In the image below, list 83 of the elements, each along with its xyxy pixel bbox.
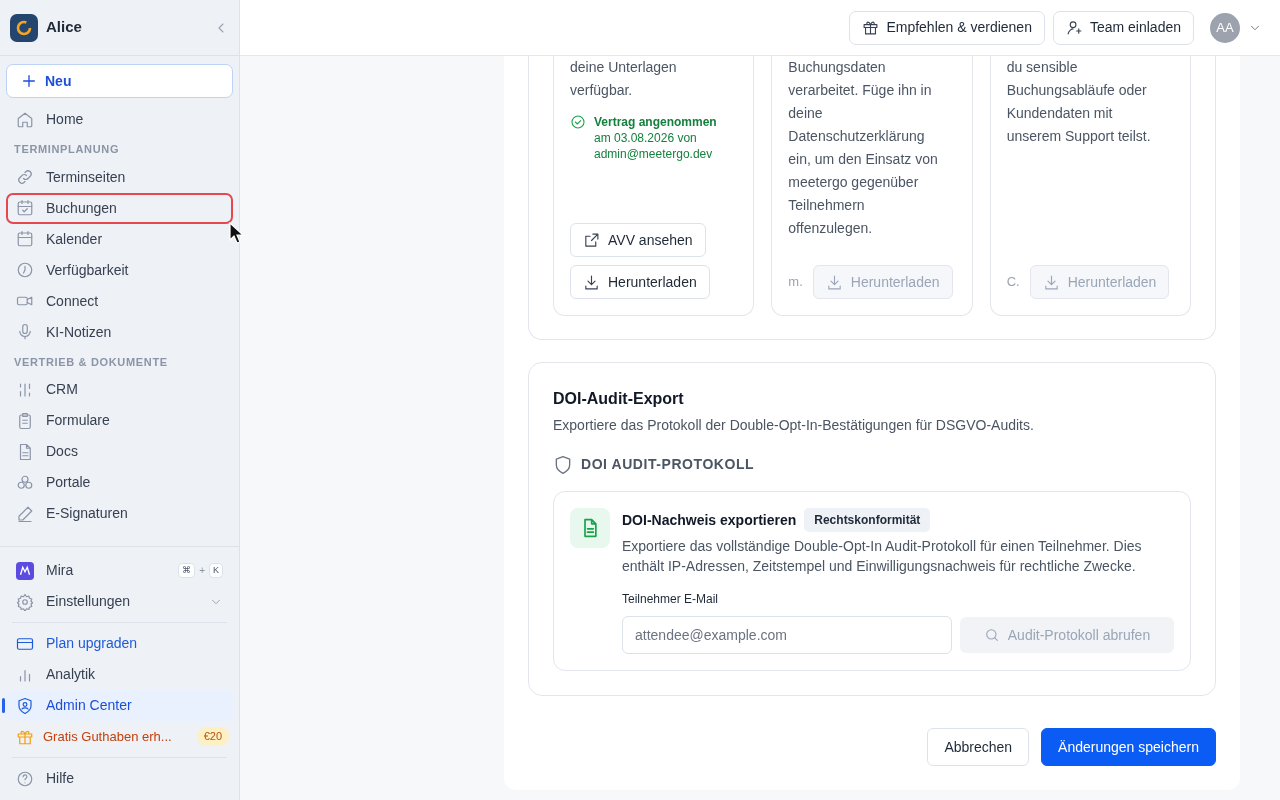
shortcut-key: K: [209, 562, 223, 579]
footnote-text: m.: [788, 273, 803, 292]
search-icon: [983, 627, 1000, 643]
description-line: verfügbar.: [570, 81, 634, 100]
description-line: Datenschutzerklärung: [788, 127, 926, 146]
status-detail: am 03.08.2026 von admin@meetergo.dev: [594, 130, 714, 162]
save-button[interactable]: Änderungen speichern: [1041, 728, 1216, 766]
nav-item[interactable]: Terminseiten: [6, 161, 233, 193]
field-label: Teilnehmer E-Mail: [622, 591, 720, 608]
description-line: du sensible: [1006, 58, 1079, 77]
nav-item[interactable]: Home: [6, 104, 233, 135]
description-line: meetergo gegenüber: [788, 173, 920, 192]
external-link-icon: [583, 231, 600, 249]
link-icon: [16, 168, 34, 186]
header-button[interactable]: Empfehlen & verdienen: [849, 10, 1045, 45]
check-circle-icon: [570, 114, 586, 130]
description-line: verarbeitet. Füge ihn in: [788, 81, 933, 100]
help-icon: [16, 769, 34, 788]
description-line: deine: [788, 104, 824, 123]
download-icon: [583, 273, 600, 291]
description-line: offenzulegen.: [788, 219, 874, 238]
clock-icon: [16, 261, 34, 279]
nav-item[interactable]: Analytik: [6, 659, 233, 690]
add-user-icon: [1065, 19, 1083, 36]
gift-icon: [862, 19, 880, 36]
description-line: deine Unterlagen: [570, 58, 678, 77]
pen-icon: [16, 504, 34, 523]
assistant-logo-icon: [16, 561, 34, 580]
description-line: unserem Support teilst.: [1006, 127, 1152, 146]
subsection-heading: DOI AUDIT-PROTOKOLL: [581, 455, 755, 474]
section-description: Exportiere das Protokoll der Double-Opt-In-Bestätigungen für DSGVO-Audits.: [553, 416, 1035, 435]
description-line: Kundendaten mit: [1006, 104, 1114, 123]
nav-item[interactable]: KI-Notizen: [6, 316, 233, 348]
shortcut-key: ⌘: [178, 562, 196, 579]
nav-item[interactable]: Plan upgraden: [6, 628, 233, 659]
download-icon: [825, 273, 843, 291]
description-line: Teilnehmern: [788, 196, 866, 215]
new-button[interactable]: Neu: [6, 64, 233, 98]
nav-item[interactable]: Formulare: [6, 405, 233, 436]
mouse-cursor-icon: [229, 222, 245, 244]
nav-item[interactable]: Mira ⌘ + K: [6, 555, 233, 586]
nav-item[interactable]: Einstellungen: [6, 586, 233, 617]
download-button[interactable]: Herunterladen: [570, 265, 710, 299]
nav-item[interactable]: E-Signaturen: [6, 498, 233, 529]
card-title: DOI-Nachweis exportieren: [622, 510, 797, 530]
nav-item[interactable]: Docs: [6, 436, 233, 467]
header-button[interactable]: Team einladen: [1052, 10, 1194, 45]
microphone-icon: [16, 323, 34, 341]
description-line: ein, um den Einsatz von: [788, 150, 939, 169]
tag-label: Rechtskonformität: [804, 508, 931, 532]
calendar-icon: [16, 230, 34, 248]
section-title: DOI-Audit-Export: [553, 389, 685, 409]
card-description: Exportiere das vollständige Double-Opt-In Audit-Protokoll für einen Teilnehmer. Dies enthält IP-Adressen, Zeitstempel und Einwilligungsnachweis für rechtliche Zwecke.: [622, 537, 1143, 576]
nav-item[interactable]: Connect: [6, 285, 233, 317]
description-line: Buchungsabläufe oder: [1006, 81, 1148, 100]
nav-item[interactable]: Kalender: [6, 223, 233, 255]
nav-item[interactable]: Hilfe: [6, 763, 233, 794]
nav-item[interactable]: Gratis Guthaben erh... €20: [6, 721, 233, 752]
nav-item[interactable]: CRM: [6, 374, 233, 405]
logo-icon: [10, 13, 38, 42]
clipboard-icon: [16, 411, 34, 430]
section-label: TERMINPLANUNG: [13, 142, 121, 157]
shortcut-separator: +: [199, 564, 205, 578]
nav-item[interactable]: Verfügbarkeit: [6, 254, 233, 286]
workspace-name: Alice: [46, 17, 82, 38]
email-field[interactable]: attendee@example.com: [622, 616, 952, 654]
description-line: Buchungsdaten: [788, 58, 887, 77]
section-label: VERTRIEB & DOKUMENTE: [13, 354, 169, 370]
settings-icon: [16, 592, 34, 611]
credit-badge: €20: [196, 727, 229, 746]
home-icon: [16, 110, 34, 129]
cancel-button[interactable]: Abbrechen: [927, 728, 1030, 766]
nav-item[interactable]: Portale: [6, 467, 233, 498]
view-button[interactable]: AVV ansehen: [570, 223, 706, 257]
shield-user-icon: [16, 696, 34, 715]
plus-icon: [21, 73, 37, 89]
download-icon: [1042, 273, 1060, 291]
circles-icon: [16, 473, 34, 492]
calendar-check-icon: [16, 199, 34, 217]
footnote-text: C.: [1006, 273, 1020, 292]
status-title: Vertrag angenommen: [594, 115, 717, 129]
shield-icon: [553, 454, 573, 475]
nav-item[interactable]: Buchungen: [6, 192, 233, 224]
